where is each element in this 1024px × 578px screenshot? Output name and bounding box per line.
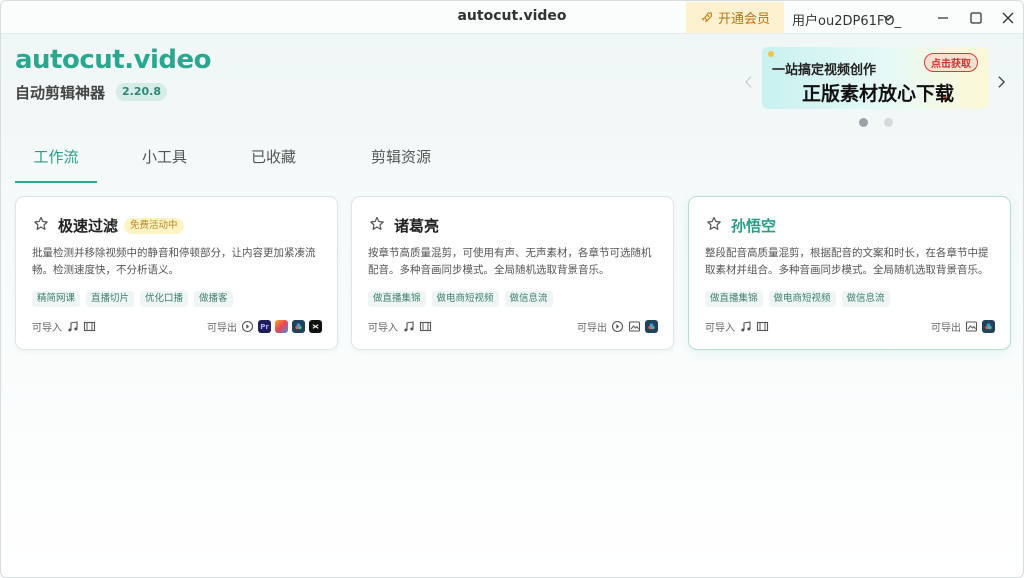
film-icon <box>419 320 432 333</box>
card-title: 极速过滤 <box>58 217 119 235</box>
minimize-icon <box>938 17 948 19</box>
vip-label: 开通会员 <box>717 12 770 27</box>
card-tag: 做直播集锦 <box>705 291 763 307</box>
image-icon <box>628 320 641 333</box>
card-title: 孙悟空 <box>731 217 777 235</box>
tab-resources[interactable]: 剪辑资源 <box>353 141 449 183</box>
carousel-dot[interactable] <box>859 118 868 127</box>
star-icon[interactable] <box>33 216 49 232</box>
music-icon <box>66 320 79 333</box>
card-description: 按章节高质量混剪，可使用有声、无声素材，各章节可选随机配音。多种音画同步模式。全… <box>368 247 652 276</box>
card-tags: 做直播集锦 做电商短视频 做信息流 <box>368 291 553 307</box>
import-label: 可导入 <box>705 323 735 334</box>
star-icon[interactable] <box>706 216 722 232</box>
promo-banner[interactable]: 一站搞定视频创作 正版素材放心下载 点击获取 <box>762 47 988 109</box>
rocket-icon <box>700 11 713 24</box>
card-tag: 做电商短视频 <box>768 291 836 307</box>
card-tag: 做直播集锦 <box>368 291 426 307</box>
export-formats: 可导出 <box>577 319 658 334</box>
close-button[interactable] <box>999 9 1017 27</box>
export-formats: 可导出 <box>931 319 995 334</box>
card-tags: 做直播集锦 做电商短视频 做信息流 <box>705 291 890 307</box>
music-icon <box>402 320 415 333</box>
version-badge: 2.20.8 <box>116 83 167 101</box>
maximize-icon <box>970 12 982 24</box>
tab-active-indicator <box>15 181 97 183</box>
tab-favorites[interactable]: 已收藏 <box>236 141 311 183</box>
banner-tag: 点击获取 <box>924 53 978 72</box>
multicolor-app-icon <box>275 320 288 333</box>
chevron-left-icon <box>744 76 752 88</box>
music-icon <box>739 320 752 333</box>
export-formats: 可导出 Pr <box>207 319 322 334</box>
import-formats: 可导入 <box>368 319 432 334</box>
card-tags: 精简网课 直播切片 优化口播 做播客 <box>32 291 233 307</box>
workflow-card[interactable]: 孙悟空 整段配音高质量混剪，根据配音的文案和时长，在各章节中提取素材并组合。多种… <box>688 196 1011 350</box>
card-title: 诸葛亮 <box>394 217 440 235</box>
tab-tools[interactable]: 小工具 <box>127 141 202 183</box>
capcut-icon <box>309 320 322 333</box>
app-window: autocut.video 开通会员 用户ou2DP61FO_ autocut.… <box>0 0 1024 578</box>
film-icon <box>756 320 769 333</box>
image-icon <box>965 320 978 333</box>
banner-line2: 正版素材放心下载 <box>802 83 955 105</box>
carousel-dot[interactable] <box>884 118 893 127</box>
card-description: 批量检测并移除视频中的静音和停顿部分，让内容更加紧凑流畅。检测速度快，不分析语义… <box>32 247 316 276</box>
export-label: 可导出 <box>207 323 237 334</box>
play-circle-icon <box>241 320 254 333</box>
sparkle-icon <box>768 51 774 57</box>
import-label: 可导入 <box>32 323 62 334</box>
import-formats: 可导入 <box>705 319 769 334</box>
promo-badge: 免费活动中 <box>124 218 184 234</box>
chevron-down-icon[interactable] <box>879 9 897 27</box>
davinci-icon <box>292 320 305 333</box>
card-tag: 做电商短视频 <box>431 291 499 307</box>
brand-subtitle: 自动剪辑神器 <box>15 84 106 102</box>
workflow-card[interactable]: 极速过滤 免费活动中 批量检测并移除视频中的静音和停顿部分，让内容更加紧凑流畅。… <box>15 196 338 350</box>
davinci-icon <box>982 320 995 333</box>
export-label: 可导出 <box>931 323 961 334</box>
carousel-dots <box>859 118 893 127</box>
card-tag: 做播客 <box>194 291 233 307</box>
banner-line1: 一站搞定视频创作 <box>772 63 877 78</box>
card-description: 整段配音高质量混剪，根据配音的文案和时长，在各章节中提取素材并组合。多种音画同步… <box>705 247 989 276</box>
tab-workflow[interactable]: 工作流 <box>15 141 97 183</box>
play-circle-icon <box>611 320 624 333</box>
import-formats: 可导入 <box>32 319 96 334</box>
close-icon <box>1002 12 1014 24</box>
carousel-next-button[interactable] <box>995 73 1007 91</box>
davinci-icon <box>645 320 658 333</box>
import-label: 可导入 <box>368 323 398 334</box>
card-tag: 直播切片 <box>86 291 135 307</box>
export-label: 可导出 <box>577 323 607 334</box>
card-tag: 优化口播 <box>140 291 189 307</box>
film-icon <box>83 320 96 333</box>
title-bar: autocut.video 开通会员 用户ou2DP61FO_ <box>1 1 1023 34</box>
brand-title: autocut.video <box>15 45 212 75</box>
card-tag: 做信息流 <box>841 291 890 307</box>
carousel-prev-button[interactable] <box>742 73 754 91</box>
maximize-button[interactable] <box>967 9 985 27</box>
star-icon[interactable] <box>369 216 385 232</box>
premiere-icon: Pr <box>258 320 271 333</box>
chevron-right-icon <box>997 76 1005 88</box>
workflow-card[interactable]: 诸葛亮 按章节高质量混剪，可使用有声、无声素材，各章节可选随机配音。多种音画同步… <box>351 196 674 350</box>
card-tag: 做信息流 <box>504 291 553 307</box>
minimize-button[interactable] <box>934 9 952 27</box>
vip-button[interactable]: 开通会员 <box>686 2 784 33</box>
card-tag: 精简网课 <box>32 291 81 307</box>
